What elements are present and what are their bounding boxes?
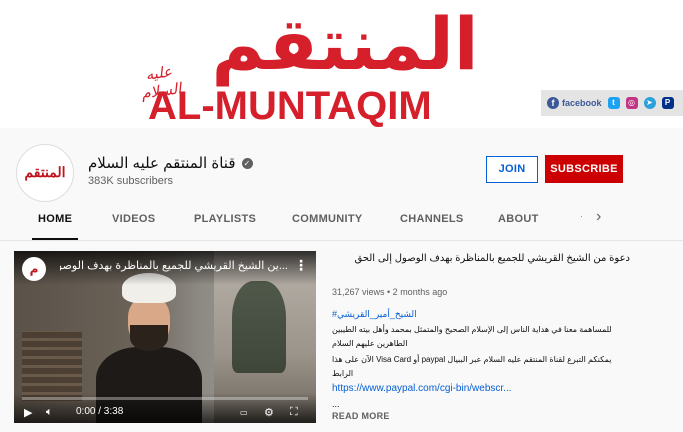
channel-name: قناة المنتقم عليه السلام [88,155,236,172]
video-title[interactable]: دعوة من الشيخ القريشي للجميع بالمناظرة ب… [310,253,630,264]
channel-tabs: HOME VIDEOS PLAYLISTS COMMUNITY CHANNELS… [0,204,683,240]
banner-logo-latin: AL-MUNTAQIM [148,84,432,128]
tab-playlists[interactable]: PLAYLISTS [194,204,256,240]
channel-banner: المنتقم عليه السلام AL-MUNTAQIM f facebo… [0,0,683,128]
subscriber-count: 383K subscribers [88,175,173,187]
search-icon[interactable]: · [580,212,583,221]
avatar-logo-icon: المنتقم [24,165,66,181]
speaker-beard [130,325,168,351]
tab-about[interactable]: ABOUT [498,204,539,240]
chevron-right-icon[interactable]: › [596,208,601,226]
description-line-3: يمكنكم التبرع لقناة المنتقم عليه السلام … [332,355,612,364]
join-button[interactable]: JOIN [486,156,538,183]
video-controls: ▶ 🔈︎ 0:00 / 3:38 ▭ ⚙ ⛶ [14,393,316,423]
video-meta: 31,267 views • 2 months ago [332,287,448,297]
featured-video-player[interactable]: م ...ين الشيخ القريشي للجميع بالمناظرة ب… [14,251,316,423]
youtube-channel-page: المنتقم عليه السلام AL-MUNTAQIM f facebo… [0,0,683,432]
video-more-icon[interactable]: ⋮ [294,257,308,274]
video-channel-icon[interactable]: م [22,257,46,281]
instagram-icon[interactable]: ◎ [625,97,638,109]
video-hashtag[interactable]: #الشيخ_أمير_القريشي [332,309,417,320]
fullscreen-icon[interactable]: ⛶ [290,406,298,419]
facebook-icon: f [547,97,559,109]
tab-channels[interactable]: CHANNELS [400,204,464,240]
video-frame-shelf [22,331,82,401]
channel-avatar[interactable]: المنتقم [16,144,74,202]
description-line-4: الرابط [332,369,354,378]
paypal-link[interactable]: https://www.paypal.com/cgi-bin/webscr... [332,383,512,394]
video-overlay-title[interactable]: ...ين الشيخ القريشي للجميع بالمناظرة بهد… [60,259,288,272]
subscribe-button[interactable]: SUBSCRIBE [545,155,623,183]
verified-check-icon: ✓ [241,157,253,169]
settings-gear-icon[interactable]: ⚙ [264,406,274,419]
social-links-bar: f facebook t ◎ ➤ P [541,90,683,116]
video-progress-bar[interactable] [22,397,308,400]
facebook-label: facebook [562,98,602,108]
featured-section: م ...ين الشيخ القريشي للجميع بالمناظرة ب… [0,240,683,432]
tab-community[interactable]: COMMUNITY [292,204,363,240]
play-icon[interactable]: ▶ [24,406,32,419]
facebook-link[interactable]: f facebook [547,97,602,109]
description-ellipsis: ... [332,399,340,409]
video-time: 0:00 / 3:38 [76,406,124,417]
tab-videos[interactable]: VIDEOS [112,204,155,240]
tab-home[interactable]: HOME [31,204,79,240]
banner-logo-arabic-text: المنتقم [211,2,480,86]
banner-logo-arabic: المنتقم [180,4,510,84]
description-line-2: الطاهرين عليهم السلام [332,339,408,348]
volume-icon[interactable]: 🔈︎ [46,406,53,419]
description-line-1: للمساهمة معنا في هداية الناس إلى الإسلام… [332,325,612,334]
channel-title-row: قناة المنتقم عليه السلام ✓ [88,154,253,172]
twitter-icon[interactable]: t [607,97,620,109]
telegram-icon[interactable]: ➤ [643,97,656,109]
paypal-icon[interactable]: P [661,97,674,109]
video-frame-painting [232,281,286,373]
read-more-button[interactable]: READ MORE [332,411,390,421]
channel-header: المنتقم قناة المنتقم عليه السلام ✓ 383K … [0,128,683,240]
video-description: دعوة من الشيخ القريشي للجميع بالمناظرة ب… [330,251,670,431]
captions-icon[interactable]: ▭ [240,408,248,417]
